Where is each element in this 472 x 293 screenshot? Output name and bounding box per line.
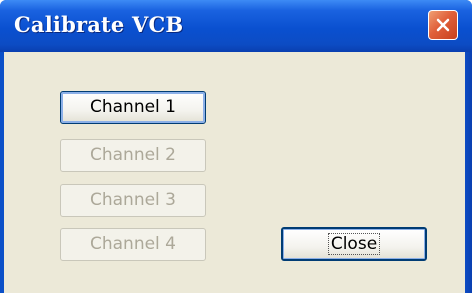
close-button[interactable]: Close [281,227,427,261]
channel-2-label: Channel 2 [89,145,176,165]
dialog-client-area: Channel 1 Channel 2 Channel 3 Channel 4 … [4,52,465,293]
close-icon [436,18,450,32]
window-border-right [465,52,472,293]
window-title: Calibrate VCB [14,12,184,37]
channel-3-button[interactable]: Channel 3 [60,184,206,217]
channel-1-button[interactable]: Channel 1 [60,91,206,124]
dialog-window: Calibrate VCB Channel 1 Channel 2 Channe… [0,0,472,293]
channel-4-label: Channel 4 [89,234,176,254]
channel-3-label: Channel 3 [89,190,176,210]
title-bar[interactable]: Calibrate VCB [0,0,472,52]
channel-2-button[interactable]: Channel 2 [60,139,206,172]
channel-1-label: Channel 1 [89,97,176,117]
channel-4-button[interactable]: Channel 4 [60,228,206,261]
close-label: Close [327,233,381,255]
window-close-button[interactable] [428,10,458,40]
